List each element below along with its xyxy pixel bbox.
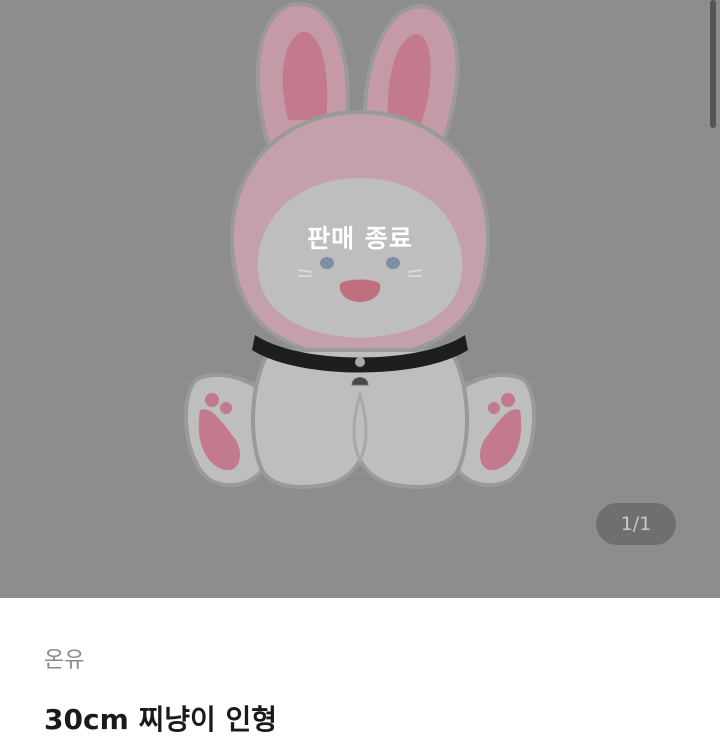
scrollbar[interactable]	[710, 0, 716, 128]
image-page-counter: 1/1	[596, 503, 676, 545]
sold-out-label: 판매 종료	[307, 224, 413, 253]
bunny-eye-left	[320, 257, 334, 269]
bunny-face	[257, 178, 463, 338]
seller-name[interactable]: 온유	[44, 642, 84, 674]
product-title: 30cm 찌냥이 인형	[44, 703, 278, 736]
product-info-section: 온유 30cm 찌냥이 인형	[0, 598, 720, 736]
product-image-gallery[interactable]: 판매 종료 1/1	[0, 0, 720, 598]
bunny-eye-right	[386, 257, 400, 269]
